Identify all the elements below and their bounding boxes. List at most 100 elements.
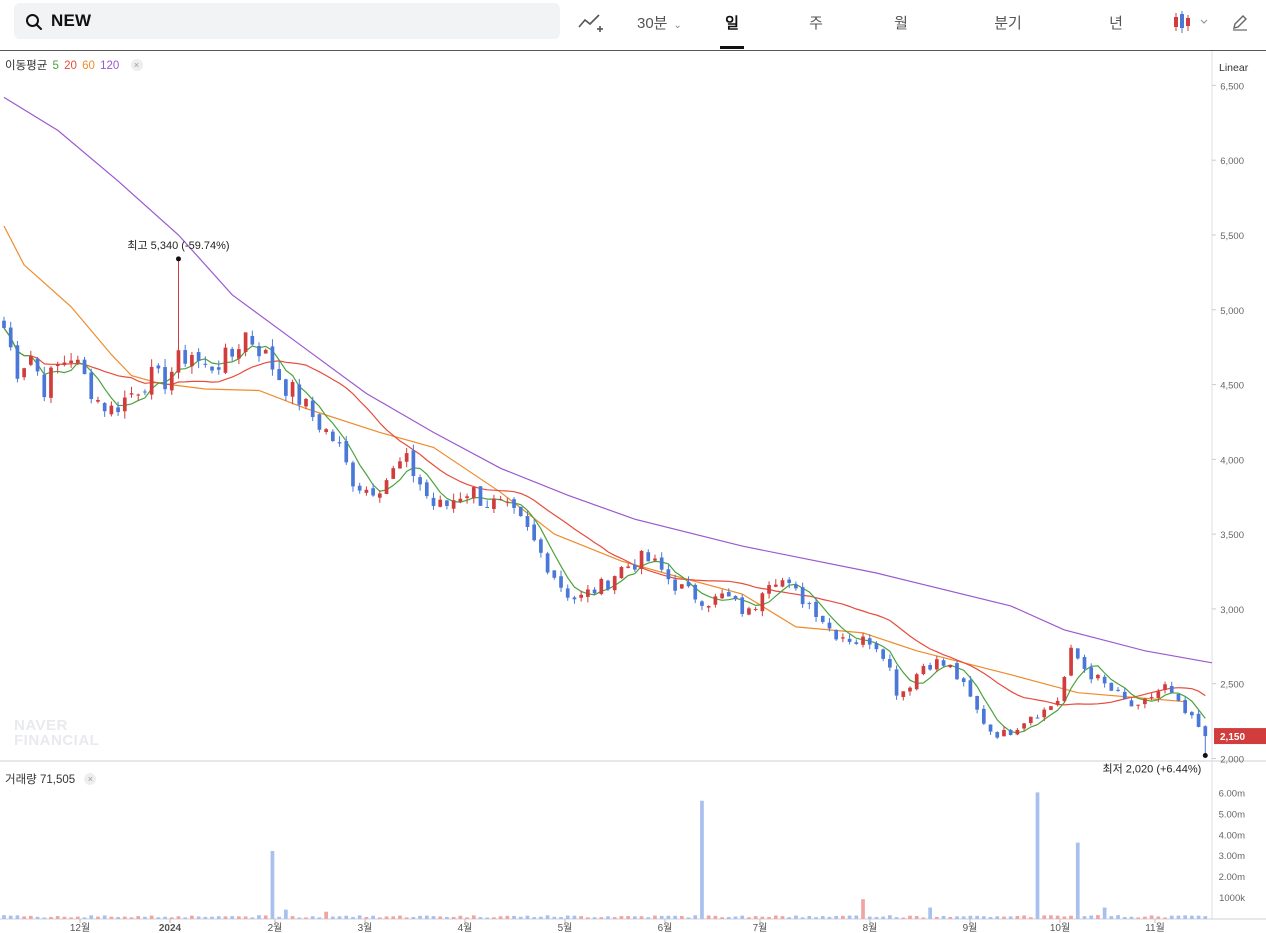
candle-body: [1143, 698, 1147, 705]
candle-body: [28, 356, 33, 365]
volume-bar: [1035, 792, 1040, 919]
candle-body: [1022, 723, 1026, 729]
price-chart[interactable]: 6,500 6,000 5,500 5,000 4,500 4,000 3,500 3,000…: [0, 0, 1266, 933]
volume-bar: [767, 917, 771, 919]
volume-bar: [975, 915, 979, 919]
volume-bar: [867, 916, 872, 919]
volume-bar: [451, 916, 456, 919]
candle-body: [277, 369, 282, 381]
volume-bar: [8, 915, 13, 919]
candle-body: [854, 642, 859, 644]
volume-bar: [854, 915, 859, 919]
volume-bar: [404, 917, 409, 919]
volume-tick-label: 3.00m: [1219, 851, 1245, 862]
candle-body: [914, 674, 919, 690]
candle-body: [190, 355, 194, 367]
volume-bar: [1096, 915, 1100, 919]
candle-body: [747, 608, 751, 615]
candle-body: [606, 580, 610, 590]
volume-bar: [1169, 915, 1174, 919]
volume-bar: [626, 916, 630, 919]
volume-bar: [747, 917, 751, 919]
volume-bar: [914, 916, 919, 919]
candle-body: [183, 350, 188, 364]
candle-body: [988, 724, 993, 732]
candle-body: [807, 603, 812, 605]
candle-body: [129, 393, 134, 395]
candle-body: [847, 638, 852, 642]
volume-bar: [1109, 916, 1114, 919]
volume-bar: [720, 917, 724, 919]
grid-lines: [0, 51, 1266, 920]
volume-bar: [888, 915, 892, 919]
candle-body: [686, 581, 691, 587]
candle-body: [888, 659, 892, 668]
candle-body: [89, 372, 94, 400]
candle-body: [921, 666, 926, 675]
candle-body: [740, 597, 745, 614]
candle-body: [1049, 706, 1053, 710]
volume-bar: [666, 915, 671, 919]
volume-bar: [304, 917, 308, 919]
candle-body: [75, 359, 80, 363]
volume-bar: [136, 916, 141, 919]
volume-bar: [693, 915, 698, 919]
volume-bar: [55, 916, 60, 919]
volume-bar: [28, 915, 33, 919]
volume-bar: [1102, 907, 1107, 919]
volume-bar: [760, 916, 765, 919]
volume-bar: [518, 916, 523, 919]
x-tick-label: 11월: [1145, 922, 1165, 933]
candle-body: [760, 593, 765, 612]
volume-bar: [532, 917, 537, 919]
volume-tick-label: 5.00m: [1219, 809, 1245, 820]
candle-body: [203, 363, 208, 365]
candle-body: [908, 687, 912, 692]
candle-body: [780, 580, 785, 587]
volume-bar: [384, 916, 389, 919]
candle-body: [934, 659, 939, 670]
volume-bar: [512, 915, 516, 919]
candle-body: [1089, 667, 1094, 680]
volume-bar: [237, 916, 241, 919]
candle-body: [411, 450, 416, 476]
candle-body: [317, 414, 322, 430]
volume-bar: [1055, 915, 1060, 919]
candle-body: [505, 501, 510, 503]
candle-body: [995, 732, 1000, 738]
volume-bar: [290, 916, 295, 919]
volume-tick-label: 4.00m: [1219, 830, 1245, 841]
candle-body: [230, 348, 235, 357]
candle-body: [975, 695, 979, 710]
volume-bar: [1136, 917, 1141, 919]
volume-bar: [263, 915, 268, 919]
volume-bar: [659, 915, 664, 919]
low-annotation: 최저 2,020 (+6.44%): [1102, 763, 1201, 776]
volume-bar: [478, 917, 483, 919]
volume-bar: [310, 916, 315, 919]
candle-body: [928, 665, 932, 670]
candle-body: [304, 399, 308, 407]
volume-bar: [324, 911, 328, 919]
volume-bar: [102, 915, 107, 919]
candle-body: [532, 524, 537, 541]
candle-body: [787, 579, 792, 583]
candle-body: [169, 371, 174, 391]
candle-body: [1129, 700, 1134, 707]
annotations: 2,150 최고 5,340 (-59.74%) 최저 2,020 (+6.44%): [127, 239, 1266, 776]
candle-body: [337, 442, 342, 444]
candle-body: [1096, 674, 1100, 679]
candle-body: [270, 346, 275, 370]
y-tick-label: 6,500: [1220, 81, 1244, 92]
volume-bar: [492, 917, 496, 919]
candle-body: [948, 664, 953, 668]
volume-bar: [981, 916, 986, 919]
volume-bar: [827, 916, 832, 919]
volume-bar: [337, 916, 342, 919]
candle-body: [344, 441, 349, 463]
volume-bar: [431, 916, 436, 919]
candle-body: [398, 461, 402, 469]
y-tick-label: 4,000: [1220, 455, 1244, 466]
volume-bar: [961, 916, 966, 919]
candle-body: [223, 347, 228, 373]
